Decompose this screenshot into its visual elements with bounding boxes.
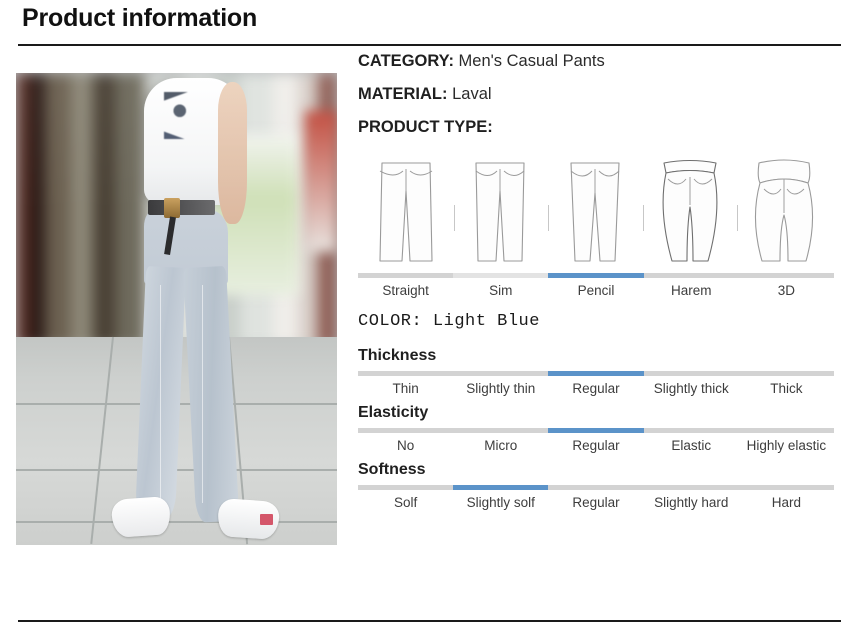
- option-softness-0[interactable]: Solf: [358, 495, 453, 510]
- attribute-title-elasticity: Elasticity: [358, 404, 429, 421]
- track-segment-elasticity-2[interactable]: [548, 428, 644, 433]
- labels-softness[interactable]: Solf Slightly solf Regular Slightly hard Har…: [358, 495, 834, 510]
- product-information-page: Product information CATEGORY: Men's Casu…: [0, 0, 841, 632]
- option-softness-2[interactable]: Regular: [548, 495, 643, 510]
- product-type-icon-harem[interactable]: [644, 149, 738, 267]
- option-softness-4[interactable]: Hard: [739, 495, 834, 510]
- option-product-type-0[interactable]: Straight: [358, 283, 453, 298]
- header-divider: [18, 44, 841, 46]
- track-segment-elasticity-1[interactable]: [453, 428, 549, 433]
- product-type-labels[interactable]: Straight Sim Pencil Harem 3D: [358, 283, 834, 298]
- track-segment-thickness-1[interactable]: [453, 371, 549, 376]
- track-segment-softness-0[interactable]: [358, 485, 454, 490]
- footer-divider: [18, 620, 841, 622]
- page-title: Product information: [22, 4, 258, 32]
- track-segment-thickness-0[interactable]: [358, 371, 454, 376]
- attribute-thickness: Thickness Thin Slightly thin Regular Slightl…: [358, 347, 835, 396]
- option-elasticity-3[interactable]: Elastic: [644, 438, 739, 453]
- slim-pants-icon: [475, 162, 525, 262]
- track-thickness[interactable]: [358, 371, 835, 376]
- straight-pants-icon: [379, 162, 433, 262]
- product-type-icon-straight[interactable]: [360, 149, 454, 267]
- harem-pants-icon: [662, 159, 718, 262]
- product-photo[interactable]: [16, 73, 337, 545]
- labels-thickness[interactable]: Thin Slightly thin Regular Slightly thick Th…: [358, 381, 834, 396]
- pencil-pants-icon: [570, 162, 620, 262]
- option-product-type-2[interactable]: Pencil: [548, 283, 643, 298]
- labels-elasticity[interactable]: No Micro Regular Elastic Highly elastic: [358, 438, 834, 453]
- product-detail-column: CATEGORY: Men's Casual Pants MATERIAL: L…: [358, 52, 835, 518]
- attribute-list: Thickness Thin Slightly thin Regular Slightl…: [358, 347, 835, 510]
- track-softness[interactable]: [358, 485, 835, 490]
- material-row: MATERIAL: Laval: [358, 85, 834, 104]
- product-type-label: PRODUCT TYPE:: [358, 118, 493, 136]
- option-product-type-1[interactable]: Sim: [453, 283, 548, 298]
- product-type-icon-strip: [358, 143, 834, 267]
- product-type-track[interactable]: [358, 273, 835, 278]
- track-segment-product-type-2[interactable]: [548, 273, 644, 278]
- track-segment-product-type-4[interactable]: [738, 273, 835, 278]
- category-row: CATEGORY: Men's Casual Pants: [358, 52, 834, 71]
- track-segment-product-type-1[interactable]: [453, 273, 549, 278]
- selector-elasticity[interactable]: No Micro Regular Elastic Highly elastic: [358, 428, 835, 453]
- option-thickness-4[interactable]: Thick: [739, 381, 834, 396]
- track-segment-softness-2[interactable]: [548, 485, 644, 490]
- track-elasticity[interactable]: [358, 428, 835, 433]
- track-segment-elasticity-0[interactable]: [358, 428, 454, 433]
- option-product-type-4[interactable]: 3D: [739, 283, 834, 298]
- track-segment-product-type-3[interactable]: [643, 273, 739, 278]
- track-segment-thickness-3[interactable]: [643, 371, 739, 376]
- track-segment-product-type-0[interactable]: [358, 273, 454, 278]
- option-elasticity-2[interactable]: Regular: [548, 438, 643, 453]
- option-elasticity-4[interactable]: Highly elastic: [739, 438, 834, 453]
- attribute-title-softness: Softness: [358, 461, 426, 478]
- attribute-title-thickness: Thickness: [358, 347, 437, 364]
- attribute-elasticity: Elasticity No Micro Regular Elastic Highly el…: [358, 404, 835, 453]
- category-value: Men's Casual Pants: [458, 52, 605, 70]
- option-product-type-3[interactable]: Harem: [644, 283, 739, 298]
- material-value: Laval: [452, 85, 492, 103]
- track-segment-elasticity-4[interactable]: [738, 428, 835, 433]
- option-thickness-2[interactable]: Regular: [548, 381, 643, 396]
- product-type-icon-sim[interactable]: [455, 149, 549, 267]
- track-segment-thickness-4[interactable]: [738, 371, 835, 376]
- option-thickness-0[interactable]: Thin: [358, 381, 453, 396]
- photo-scene: [16, 73, 337, 545]
- track-segment-softness-3[interactable]: [643, 485, 739, 490]
- selector-softness[interactable]: Solf Slightly solf Regular Slightly hard Har…: [358, 485, 835, 510]
- product-type-icon-3d[interactable]: [738, 149, 832, 267]
- selector-thickness[interactable]: Thin Slightly thin Regular Slightly thick Th…: [358, 371, 835, 396]
- product-type-selector[interactable]: Straight Sim Pencil Harem 3D: [358, 273, 835, 298]
- option-thickness-3[interactable]: Slightly thick: [644, 381, 739, 396]
- track-segment-thickness-2[interactable]: [548, 371, 644, 376]
- product-type-icon-pencil[interactable]: [549, 149, 643, 267]
- track-segment-softness-1[interactable]: [453, 485, 549, 490]
- option-elasticity-1[interactable]: Micro: [453, 438, 548, 453]
- option-thickness-1[interactable]: Slightly thin: [453, 381, 548, 396]
- 3d-pants-icon: [755, 159, 814, 262]
- color-row: COLOR: Light Blue: [358, 312, 540, 331]
- category-label: CATEGORY:: [358, 52, 454, 70]
- material-label: MATERIAL:: [358, 85, 448, 103]
- photo-overlay: [16, 73, 337, 545]
- option-elasticity-0[interactable]: No: [358, 438, 453, 453]
- attribute-softness: Softness Solf Slightly solf Regular Slightly…: [358, 461, 835, 510]
- track-segment-elasticity-3[interactable]: [643, 428, 739, 433]
- option-softness-1[interactable]: Slightly solf: [453, 495, 548, 510]
- track-segment-softness-4[interactable]: [738, 485, 835, 490]
- option-softness-3[interactable]: Slightly hard: [644, 495, 739, 510]
